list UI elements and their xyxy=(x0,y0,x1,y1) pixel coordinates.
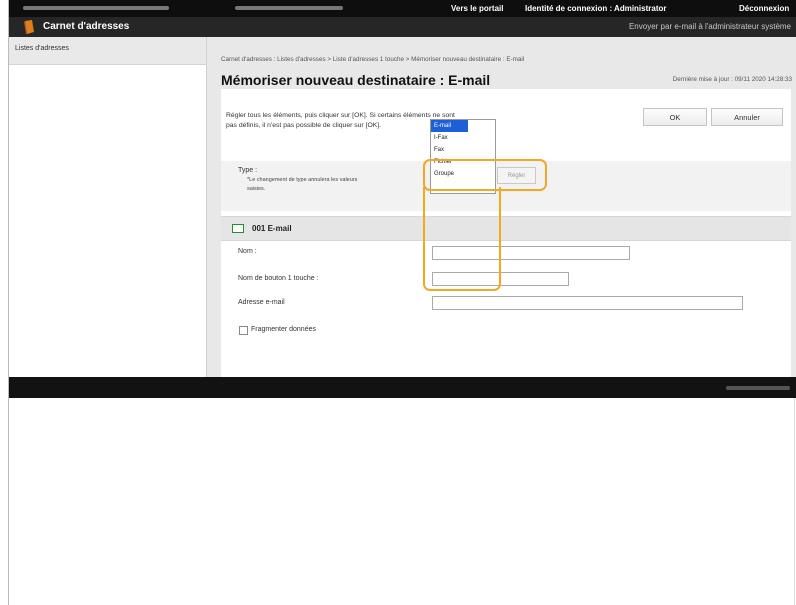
mail-admin-link[interactable]: Envoyer par e-mail à l'administrateur sy… xyxy=(629,22,791,31)
footer-bar xyxy=(9,377,796,398)
name-input[interactable] xyxy=(432,246,630,260)
breadcrumb: Carnet d'adresses : Listes d'adresses > … xyxy=(221,56,525,63)
login-identity: Identité de connexion : Administrator xyxy=(525,4,667,13)
name-label: Nom : xyxy=(238,248,257,255)
sidebar-item-address-lists[interactable]: Listes d'adresses xyxy=(9,37,206,65)
device-info-redacted xyxy=(23,6,169,10)
form-panel: Régler tous les éléments, puis cliquer s… xyxy=(221,89,791,377)
type-option[interactable]: Fichier xyxy=(431,156,495,168)
email-address-label: Adresse e-mail xyxy=(238,299,285,306)
app-header: Carnet d'adresses Envoyer par e-mail à l… xyxy=(9,17,796,37)
one-touch-name-label: Nom de bouton 1 touche : xyxy=(238,275,319,282)
email-address-input[interactable] xyxy=(432,296,743,310)
portal-link[interactable]: Vers le portail xyxy=(451,4,503,13)
type-label: Type : xyxy=(238,167,258,174)
split-data-checkbox[interactable] xyxy=(239,326,248,335)
type-change-note: *Le changement de type annulera les vale… xyxy=(247,177,358,192)
page-title: Mémoriser nouveau destinataire : E-mail xyxy=(221,72,491,88)
entry-title: 001 E-mail xyxy=(252,224,292,233)
type-option[interactable]: Groupe xyxy=(431,168,495,180)
logout-link[interactable]: Déconnexion xyxy=(739,4,789,13)
top-bar: Vers le portail Identité de connexion : … xyxy=(9,0,796,17)
device-model-redacted xyxy=(235,6,343,10)
type-option[interactable]: I-Fax xyxy=(431,132,495,144)
set-type-button[interactable]: Régler xyxy=(497,167,536,184)
one-touch-name-input[interactable] xyxy=(432,272,569,286)
app-title: Carnet d'adresses xyxy=(43,21,130,32)
entry-section-header: 001 E-mail xyxy=(221,216,791,241)
last-update-timestamp: Dernière mise à jour : 09/11 2020 14:28:… xyxy=(672,76,792,83)
address-book-icon xyxy=(24,20,34,34)
split-data-label: Fragmenter données xyxy=(251,326,316,333)
type-option[interactable]: Fax xyxy=(431,144,495,156)
main-content: Carnet d'adresses : Listes d'adresses > … xyxy=(221,37,792,397)
type-option[interactable]: E-mail xyxy=(431,120,468,132)
cancel-button[interactable]: Annuler xyxy=(711,108,783,126)
browser-page: Vers le portail Identité de connexion : … xyxy=(8,0,796,605)
ok-button[interactable]: OK xyxy=(643,108,707,126)
envelope-icon xyxy=(232,224,244,233)
type-select-list[interactable]: E-mail I-Fax Fax Fichier Groupe xyxy=(430,119,496,194)
sidebar-item-label: Listes d'adresses xyxy=(15,45,69,52)
sidebar: Listes d'adresses xyxy=(9,37,207,377)
copyright-redacted xyxy=(726,386,790,390)
